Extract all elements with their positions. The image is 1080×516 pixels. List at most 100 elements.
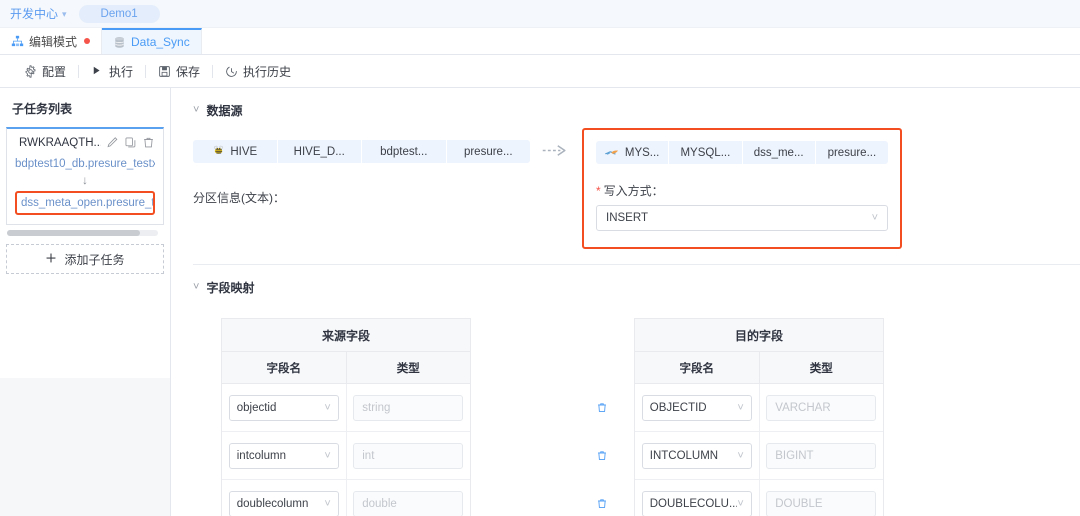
target-field-table: 目的字段 字段名 类型 OBJECTID ˅: [634, 318, 884, 516]
breadcrumb: 开发中心 ▾ Demo1: [0, 0, 1080, 28]
trash-icon[interactable]: [142, 136, 155, 149]
datasource-section-header[interactable]: ˅ 数据源: [193, 102, 1080, 119]
source-column-header-name: 字段名: [222, 352, 346, 383]
save-button[interactable]: 保存: [146, 61, 212, 81]
chevron-down-icon: ˅: [737, 498, 743, 510]
source-field-type: double: [353, 491, 463, 516]
table-row: INTCOLUMN ˅ BIGINT: [635, 432, 883, 480]
target-field-select[interactable]: OBJECTID ˅: [642, 395, 752, 421]
chevron-down-icon: ˅: [324, 402, 330, 414]
target-field-value: DOUBLECOLU...: [650, 498, 738, 510]
pencil-icon[interactable]: [106, 136, 119, 149]
target-field-value: OBJECTID: [650, 402, 738, 414]
run-button-label: 执行: [109, 63, 133, 80]
target-field-name-cell: DOUBLECOLU... ˅: [635, 480, 759, 516]
target-field-table-columns: 字段名 类型: [635, 352, 883, 384]
subtask-list: RWKRAAQTH...: [6, 127, 164, 236]
scrollbar-thumb[interactable]: [7, 230, 140, 236]
field-mapping-tables: 来源字段 字段名 类型 objectid ˅: [193, 296, 1080, 516]
source-chip-database[interactable]: bdptest...: [361, 140, 446, 163]
sidebar: 子任务列表 RWKRAAQTH...: [0, 88, 171, 516]
breadcrumb-project-pill[interactable]: Demo1: [79, 5, 160, 23]
table-row: doublecolumn ˅ double: [222, 480, 470, 516]
config-button-label: 配置: [42, 63, 66, 80]
target-field-rows: OBJECTID ˅ VARCHAR INTCOLUMN: [635, 384, 883, 516]
target-field-name-cell: INTCOLUMN ˅: [635, 432, 759, 479]
body: 子任务列表 RWKRAAQTH...: [0, 88, 1080, 516]
main-content: ˅ 数据源: [171, 88, 1080, 516]
subtask-card[interactable]: RWKRAAQTH...: [6, 127, 164, 225]
source-field-rows: objectid ˅ string intcolumn: [222, 384, 470, 516]
tab-strip: 编辑模式 Data_Sync: [0, 28, 1080, 55]
write-mode-select[interactable]: INSERT ˅: [596, 205, 888, 231]
source-field-select[interactable]: doublecolumn ˅: [229, 491, 339, 516]
subtask-header: RWKRAAQTH...: [15, 136, 155, 149]
target-column-header-type: 类型: [759, 352, 884, 383]
source-field-select[interactable]: intcolumn ˅: [229, 443, 339, 469]
target-chip-connection[interactable]: MYSQL...: [668, 141, 741, 164]
source-field-type: int: [353, 443, 463, 469]
target-field-name-cell: OBJECTID ˅: [635, 384, 759, 431]
target-chip-group: MYS... MYSQL... dss_me... presure...: [596, 141, 888, 164]
target-field-select[interactable]: DOUBLECOLU... ˅: [642, 491, 752, 516]
target-field-type: BIGINT: [766, 443, 876, 469]
save-icon: [158, 65, 171, 78]
hive-icon: [212, 144, 225, 160]
trash-icon[interactable]: [596, 497, 608, 510]
delete-mapping-row-button[interactable]: [592, 431, 612, 479]
subtask-horizontal-scrollbar[interactable]: [7, 230, 158, 236]
delete-mapping-row-button[interactable]: [592, 479, 612, 516]
sidebar-background-fill: [0, 378, 170, 516]
subtask-target-table[interactable]: dss_meta_open.presure_t...: [15, 191, 155, 215]
target-field-type: VARCHAR: [766, 395, 876, 421]
chevron-down-icon: ˅: [872, 212, 878, 224]
target-field-type: DOUBLE: [766, 491, 876, 516]
write-mode-value: INSERT: [606, 212, 872, 224]
field-mapping-section: ˅ 字段映射 来源字段 字段名 类型 objectid: [171, 265, 1080, 516]
run-history-button[interactable]: 执行历史: [213, 61, 303, 81]
table-row: OBJECTID ˅ VARCHAR: [635, 384, 883, 432]
run-button[interactable]: 执行: [79, 61, 145, 81]
source-field-type-cell: int: [346, 432, 471, 479]
datasource-row: HIVE HIVE_D... bdptest... presure... 分区信…: [193, 119, 1080, 249]
copy-icon[interactable]: [124, 136, 137, 149]
chevron-down-icon: ˅: [737, 450, 743, 462]
source-column-header-type: 类型: [346, 352, 471, 383]
target-chip-type-label: MYS...: [625, 147, 660, 159]
breadcrumb-root[interactable]: 开发中心 ▾: [10, 5, 67, 22]
source-field-name-cell: intcolumn ˅: [222, 432, 346, 479]
source-field-select[interactable]: objectid ˅: [229, 395, 339, 421]
chevron-down-icon: ˅: [193, 282, 199, 293]
target-field-select[interactable]: INTCOLUMN ˅: [642, 443, 752, 469]
target-chip-type[interactable]: MYS...: [596, 141, 668, 164]
target-field-table-title: 目的字段: [635, 319, 883, 352]
unsaved-indicator-dot: [84, 38, 90, 44]
config-button[interactable]: 配置: [12, 61, 78, 81]
chevron-down-icon: ˅: [324, 450, 330, 462]
tab-edit-mode[interactable]: 编辑模式: [0, 28, 102, 54]
flow-connector: [530, 140, 582, 161]
trash-icon[interactable]: [596, 449, 608, 462]
source-field-table-columns: 字段名 类型: [222, 352, 470, 384]
subtask-name: RWKRAAQTH...: [19, 137, 101, 149]
source-chip-connection[interactable]: HIVE_D...: [277, 140, 362, 163]
target-chip-table[interactable]: presure...: [815, 141, 888, 164]
plus-icon: [45, 252, 57, 267]
delete-mapping-row-button[interactable]: [592, 383, 612, 431]
target-chip-database[interactable]: dss_me...: [742, 141, 815, 164]
source-chip-type[interactable]: HIVE: [193, 140, 277, 163]
table-row: intcolumn ˅ int: [222, 432, 470, 480]
delete-buttons: [592, 383, 612, 516]
tab-data-sync[interactable]: Data_Sync: [102, 28, 202, 54]
source-chip-table[interactable]: presure...: [446, 140, 531, 163]
field-mapping-header[interactable]: ˅ 字段映射: [193, 279, 1080, 296]
chevron-down-icon: ˅: [193, 105, 199, 116]
table-row: objectid ˅ string: [222, 384, 470, 432]
source-field-type: string: [353, 395, 463, 421]
trash-icon[interactable]: [596, 401, 608, 414]
add-subtask-button[interactable]: 添加子任务: [6, 244, 164, 274]
tab-edit-mode-label: 编辑模式: [29, 33, 77, 50]
chevron-down-icon: ˅: [324, 498, 330, 510]
datasource-section: ˅ 数据源: [171, 88, 1080, 265]
write-mode-label-text: 写入方式：: [604, 184, 664, 198]
